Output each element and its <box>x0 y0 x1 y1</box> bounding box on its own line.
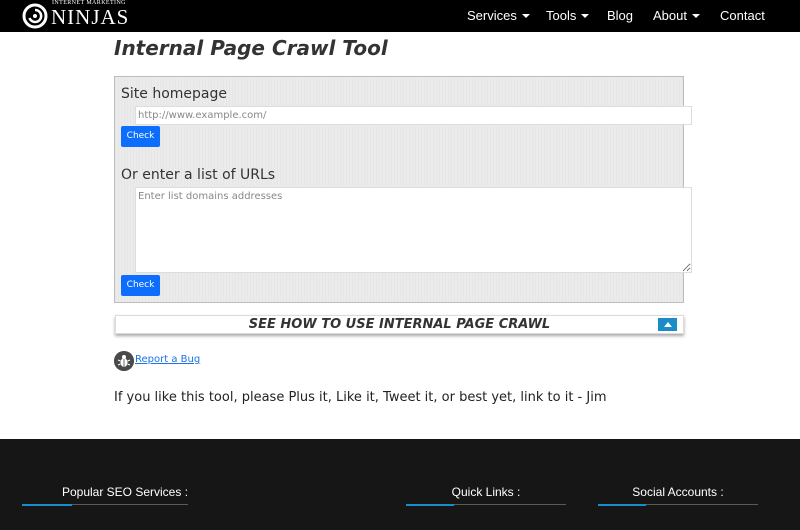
footer-divider-accent <box>406 504 454 506</box>
site-homepage-input[interactable] <box>135 106 692 125</box>
site-footer: Popular SEO Services : Quick Links : Soc… <box>0 439 800 530</box>
page-title: Internal Page Crawl Tool <box>114 36 388 60</box>
howto-title: SEE HOW TO USE INTERNAL PAGE CRAWL <box>248 317 551 332</box>
nav-blog[interactable]: Blog <box>607 8 633 23</box>
crawl-form-panel: Site homepage Check Or enter a list of U… <box>114 76 692 303</box>
footer-divider-accent <box>22 504 72 506</box>
url-list-label: Or enter a list of URLs <box>121 167 276 183</box>
caret-down-icon <box>521 14 530 18</box>
howto-collapsible[interactable]: SEE HOW TO USE INTERNAL PAGE CRAWL <box>115 315 684 334</box>
nav-blog-label: Blog <box>607 8 634 23</box>
footer-heading-social-accounts: Social Accounts : <box>632 485 724 499</box>
nav-services[interactable]: Services <box>467 8 530 23</box>
caret-down-icon <box>691 14 700 18</box>
nav-services-label: Services <box>467 8 517 23</box>
ninja-swirl-icon <box>22 3 48 29</box>
nav-contact[interactable]: Contact <box>720 8 765 23</box>
bug-icon[interactable] <box>114 351 134 371</box>
logo-wordmark: NINJAS <box>51 5 130 29</box>
caret-down-icon <box>581 14 590 18</box>
site-logo[interactable]: INTERNET MARKETING NINJAS <box>20 0 135 32</box>
footer-heading-seo-services: Popular SEO Services : <box>61 485 189 499</box>
footer-heading-quick-links: Quick Links : <box>451 485 521 499</box>
footer-divider-accent <box>598 504 646 506</box>
chevron-up-icon[interactable] <box>658 318 677 331</box>
nav-about[interactable]: About <box>653 8 700 23</box>
nav-about-label: About <box>653 8 687 23</box>
top-navbar: INTERNET MARKETING NINJAS Services Tools… <box>0 0 800 32</box>
url-list-textarea[interactable] <box>135 187 692 273</box>
check-list-button[interactable]: Check <box>121 275 160 296</box>
nav-tools[interactable]: Tools <box>546 8 590 23</box>
report-bug-link[interactable]: Report a Bug <box>135 354 200 365</box>
check-homepage-button[interactable]: Check <box>121 126 160 147</box>
nav-tools-label: Tools <box>546 8 577 23</box>
nav-contact-label: Contact <box>720 8 765 23</box>
share-cta-text: If you like this tool, please Plus it, L… <box>114 390 607 405</box>
site-homepage-label: Site homepage <box>121 86 227 102</box>
